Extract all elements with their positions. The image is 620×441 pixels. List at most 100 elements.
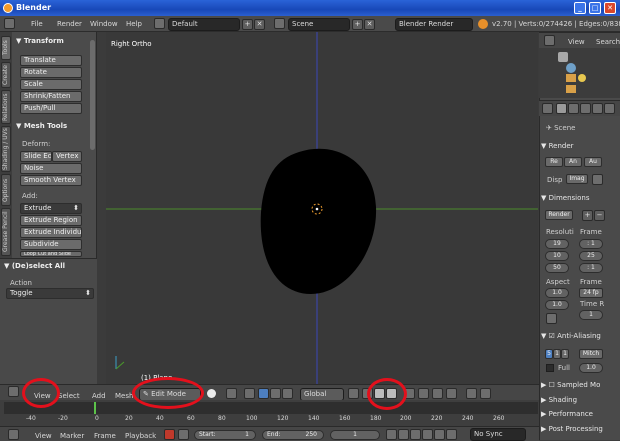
world-tab-icon[interactable] [592, 103, 603, 114]
render-audio-button[interactable]: Au [584, 157, 602, 167]
frame-start-field[interactable]: : 1 [579, 239, 603, 249]
scale-button[interactable]: Scale [20, 79, 82, 90]
post-processing-panel-header[interactable]: ▶ Post Processing [541, 423, 618, 435]
add-layout-button[interactable]: + [242, 19, 253, 30]
dimensions-panel-header[interactable]: ▼ Dimensions [541, 192, 618, 204]
scene-field[interactable]: Scene [288, 18, 350, 31]
start-frame-field[interactable]: Start: 1 [194, 430, 256, 440]
tab-tools[interactable]: Tools [1, 36, 11, 60]
keying-set-icon[interactable] [178, 429, 189, 440]
tab-shading-uvs[interactable]: Shading / UVs [1, 126, 11, 172]
screen-layout-icon[interactable] [154, 18, 165, 29]
outliner-search-menu[interactable]: Search [596, 38, 620, 46]
aspect-x-field[interactable]: 1.0 [545, 288, 569, 298]
filter-size-field[interactable]: 1.0 [579, 363, 603, 373]
minimize-button[interactable]: _ [574, 2, 586, 14]
aa-samples-8-button[interactable]: 1 [553, 349, 561, 359]
menu-file[interactable]: File [31, 20, 43, 28]
marker-menu[interactable]: Marker [60, 432, 84, 440]
3d-viewport[interactable]: Right Ortho (1) Plane [106, 32, 538, 384]
jump-start-icon[interactable] [386, 429, 397, 440]
translate-button[interactable]: Translate [20, 55, 82, 66]
play-reverse-icon[interactable] [410, 429, 421, 440]
play-icon[interactable] [422, 429, 433, 440]
aspect-y-field[interactable]: 1.0 [545, 300, 569, 310]
prev-keyframe-icon[interactable] [398, 429, 409, 440]
world-icon[interactable] [566, 63, 576, 73]
scene-tab-icon[interactable] [580, 103, 591, 114]
render-image-button[interactable]: Re [545, 157, 563, 167]
frame-end-field[interactable]: 25 [579, 251, 603, 261]
timeline-view-menu[interactable]: View [35, 432, 52, 440]
camera-icon[interactable] [566, 74, 576, 82]
render-tab-icon[interactable] [556, 103, 567, 114]
sampled-motion-checkbox[interactable]: ☐ [549, 381, 558, 389]
layers-tab-icon[interactable] [568, 103, 579, 114]
render-preview-icon[interactable] [466, 388, 477, 399]
resolution-y-field[interactable]: 10 [545, 251, 569, 261]
viewport-shading-icon[interactable] [207, 389, 216, 398]
extrude-individual-button[interactable]: Extrude Individual [20, 227, 82, 238]
sampled-motion-panel-header[interactable]: ▶ ☐ Sampled Mo [541, 379, 618, 391]
3d-view-editor-icon[interactable] [8, 386, 19, 397]
record-icon[interactable] [164, 429, 175, 440]
render-preset-select[interactable]: Render [545, 210, 573, 220]
scale-manipulator-icon[interactable] [282, 388, 293, 399]
select-menu[interactable]: Select [58, 392, 80, 400]
extrude-region-button[interactable]: Extrude Region [20, 215, 82, 226]
aa-samples-5-button[interactable]: 5 [545, 349, 553, 359]
operator-panel-header[interactable]: ▼ (De)select All [4, 262, 65, 270]
pivot-point-icon[interactable] [226, 388, 237, 399]
subdivide-button[interactable]: Subdivide [20, 239, 82, 250]
jump-end-icon[interactable] [446, 429, 457, 440]
remove-preset-button[interactable]: − [594, 210, 605, 221]
render-panel-header[interactable]: ▼ Render [541, 140, 618, 152]
playback-menu[interactable]: Playback [125, 432, 156, 440]
slide-edge-button[interactable]: Slide Ed [20, 151, 52, 162]
current-frame-indicator[interactable] [94, 402, 96, 414]
transform-panel-header[interactable]: ▼ Transform [16, 37, 64, 45]
action-select[interactable]: Toggle ⬍ [6, 288, 94, 299]
resolution-percent-field[interactable]: 50 [545, 263, 569, 273]
outliner-view-menu[interactable]: View [568, 38, 585, 46]
full-sample-checkbox[interactable] [546, 364, 554, 372]
next-keyframe-icon[interactable] [434, 429, 445, 440]
performance-panel-header[interactable]: ▶ Performance [541, 408, 618, 420]
resolution-x-field[interactable]: 19 [545, 239, 569, 249]
render-animation-icon[interactable] [480, 388, 491, 399]
properties-editor-icon[interactable] [542, 103, 553, 114]
tab-create[interactable]: Create [1, 62, 11, 88]
rotate-manipulator-icon[interactable] [270, 388, 281, 399]
time-remap-field[interactable]: 1 [579, 310, 603, 320]
lamp-icon[interactable] [578, 74, 586, 82]
menu-window[interactable]: Window [90, 20, 118, 28]
snap-icon[interactable] [432, 388, 443, 399]
add-scene-button[interactable]: + [352, 19, 363, 30]
rotate-button[interactable]: Rotate [20, 67, 82, 78]
manipulator-icon[interactable] [244, 388, 255, 399]
menu-render[interactable]: Render [57, 20, 82, 28]
outliner-editor-icon[interactable] [544, 35, 555, 46]
mesh-tools-panel-header[interactable]: ▼ Mesh Tools [16, 122, 67, 130]
display-select[interactable]: Imag [566, 174, 588, 184]
scene-icon[interactable] [274, 18, 285, 29]
add-preset-button[interactable]: + [582, 210, 593, 221]
tab-grease-pencil[interactable]: Grease Pencil [1, 208, 11, 256]
object-tab-icon[interactable] [604, 103, 615, 114]
snap-element-icon[interactable] [446, 388, 457, 399]
aa-samples-11-button[interactable]: 1 [561, 349, 569, 359]
render-animation-button[interactable]: An [564, 157, 582, 167]
remove-layout-button[interactable]: ✕ [254, 19, 265, 30]
editor-type-icon[interactable] [4, 18, 15, 29]
sync-mode-select[interactable]: No Sync [470, 428, 526, 441]
timeline-editor-icon[interactable] [8, 429, 19, 440]
render-engine-select[interactable]: Blender Render [395, 18, 473, 31]
frame-menu[interactable]: Frame [94, 432, 116, 440]
smooth-vertex-button[interactable]: Smooth Vertex [20, 175, 82, 186]
loop-cut-button[interactable]: Loop Cut and Slide [20, 251, 82, 257]
timeline-track[interactable] [4, 402, 538, 414]
shrink-fatten-button[interactable]: Shrink/Fatten [20, 91, 82, 102]
close-button[interactable]: ✕ [604, 2, 616, 14]
scene-tree-icon[interactable] [558, 52, 568, 62]
current-frame-field[interactable]: 1 [330, 430, 380, 440]
